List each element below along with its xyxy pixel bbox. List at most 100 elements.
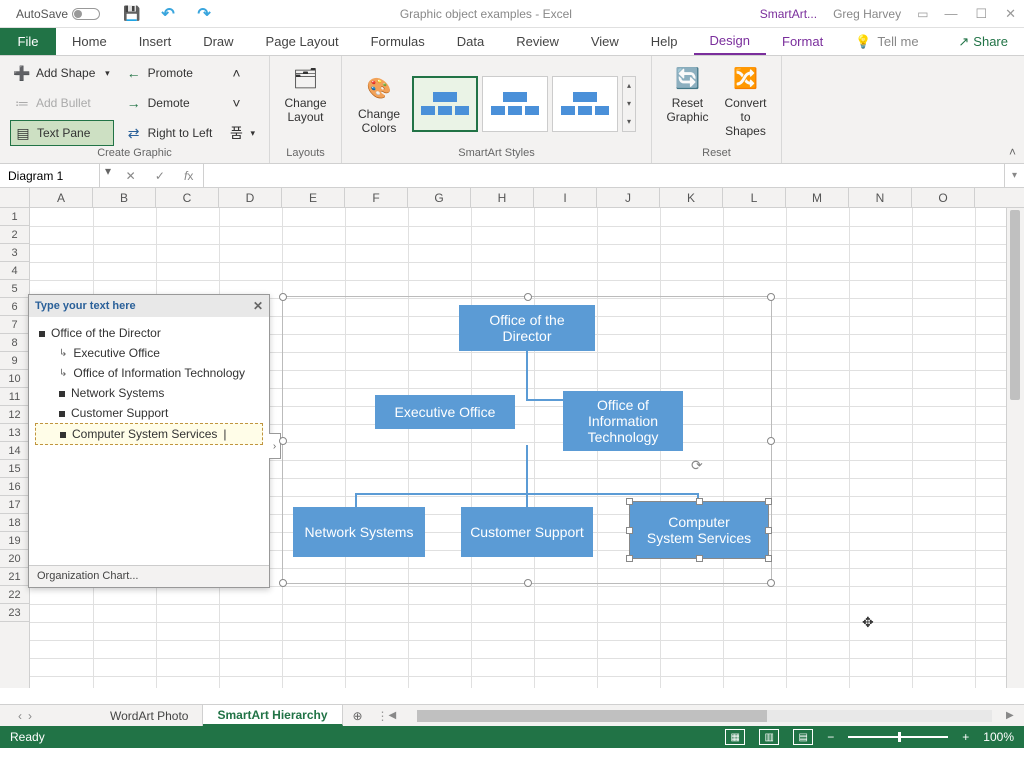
sheet-nav[interactable]: ‹› [0,705,50,726]
row-header[interactable]: 5 [0,280,29,298]
tab-page-layout[interactable]: Page Layout [250,28,355,55]
text-pane-button[interactable]: ▤ Text Pane [10,120,114,146]
row-header[interactable]: 10 [0,370,29,388]
tab-insert[interactable]: Insert [123,28,188,55]
layout-dropdown[interactable]: 품▾ [224,120,259,146]
undo-icon[interactable]: ↶ [160,6,176,22]
collapse-ribbon-icon[interactable]: ˄ [1009,145,1016,159]
autosave-toggle[interactable]: AutoSave [16,7,100,21]
horizontal-scrollbar[interactable]: ⋮ ◀ ▶ [373,705,1024,726]
col-header[interactable]: M [786,188,849,207]
style-thumb-1[interactable] [412,76,478,132]
col-header[interactable]: D [219,188,282,207]
row-header[interactable]: 8 [0,334,29,352]
tab-file[interactable]: File [0,28,56,55]
zoom-level[interactable]: 100% [983,730,1014,744]
row-header[interactable]: 14 [0,442,29,460]
reset-graphic-button[interactable]: 🔄 Reset Graphic [660,60,714,126]
row-header[interactable]: 15 [0,460,29,478]
tab-format[interactable]: Format [766,28,839,55]
col-header[interactable]: N [849,188,912,207]
name-box[interactable]: Diagram 1 [0,164,100,187]
row-header[interactable]: 23 [0,604,29,622]
col-header[interactable]: C [156,188,219,207]
minimize-icon[interactable]: — [944,6,957,22]
row-header[interactable]: 7 [0,316,29,334]
worksheet-grid[interactable]: A B C D E F G H I J K L M N O 1 2 3 4 5 … [0,188,1024,704]
col-header[interactable]: F [345,188,408,207]
style-thumb-2[interactable] [482,76,548,132]
smartart-box-root[interactable]: Office of the Director [459,305,595,351]
col-header[interactable]: B [93,188,156,207]
text-pane-item[interactable]: Network Systems [35,383,263,403]
change-layout-button[interactable]: 🗂 Change Layout [278,60,332,126]
name-box-dropdown[interactable]: ▾ [100,164,116,187]
scroll-right-icon[interactable]: ▶ [1006,710,1020,721]
row-header[interactable]: 22 [0,586,29,604]
col-header[interactable]: J [597,188,660,207]
move-down-button[interactable]: ˅ [224,90,259,116]
sheet-tab-wordart[interactable]: WordArt Photo [96,705,203,726]
text-pane-item[interactable]: Customer Support [35,403,263,423]
row-header[interactable]: 17 [0,496,29,514]
formula-input[interactable] [204,164,1004,187]
zoom-out-icon[interactable]: − [827,730,834,744]
text-pane-item[interactable]: Office of the Director [35,323,263,343]
row-header[interactable]: 9 [0,352,29,370]
horizontal-scroll-thumb[interactable] [417,710,767,722]
row-header[interactable]: 4 [0,262,29,280]
zoom-in-icon[interactable]: + [962,730,969,744]
row-header[interactable]: 18 [0,514,29,532]
col-header[interactable]: I [534,188,597,207]
move-up-button[interactable]: ˄ [224,60,259,86]
gallery-more-button[interactable]: ▴▾▾ [622,76,636,132]
text-pane-close-icon[interactable]: ✕ [253,299,263,313]
smartart-box-selected[interactable]: Computer System Services [629,501,769,559]
scroll-grip-icon[interactable]: ⋮ [377,709,389,723]
chevron-left-icon[interactable]: ‹ [18,709,22,723]
style-thumb-3[interactable] [552,76,618,132]
row-header[interactable]: 6 [0,298,29,316]
chevron-right-icon[interactable]: › [28,709,32,723]
text-pane-collapse-handle[interactable]: › [269,433,281,459]
page-layout-view-icon[interactable]: ▥ [759,729,779,745]
vertical-scrollbar[interactable] [1006,208,1024,688]
tab-help[interactable]: Help [635,28,694,55]
zoom-slider[interactable] [848,736,948,738]
add-sheet-button[interactable]: ⊕ [343,705,373,726]
smartart-box-net[interactable]: Network Systems [293,507,425,557]
redo-icon[interactable]: ↷ [196,6,212,22]
smartart-canvas[interactable]: Office of the Director Executive Office … [282,296,772,584]
row-header[interactable]: 12 [0,406,29,424]
row-header[interactable]: 19 [0,532,29,550]
tab-draw[interactable]: Draw [187,28,249,55]
convert-to-shapes-button[interactable]: 🔀 Convert to Shapes [719,60,773,140]
col-header[interactable]: G [408,188,471,207]
row-header[interactable]: 21 [0,568,29,586]
row-header[interactable]: 3 [0,244,29,262]
maximize-icon[interactable]: ☐ [975,6,987,22]
save-icon[interactable]: 💾 [124,6,140,22]
row-header[interactable]: 20 [0,550,29,568]
ribbon-display-options-icon[interactable]: ▭ [917,7,928,21]
col-header[interactable]: A [30,188,93,207]
tell-me-search[interactable]: 💡 Tell me [855,28,958,55]
smartart-box-cust[interactable]: Customer Support [461,507,593,557]
text-pane-item[interactable]: ↳Executive Office [35,343,263,363]
row-header[interactable]: 16 [0,478,29,496]
select-all-corner[interactable] [0,188,30,207]
normal-view-icon[interactable]: ▦ [725,729,745,745]
demote-button[interactable]: → Demote [122,90,217,116]
promote-button[interactable]: ← Promote [122,60,217,86]
tab-review[interactable]: Review [500,28,575,55]
close-icon[interactable]: ✕ [1005,6,1016,22]
row-header[interactable]: 2 [0,226,29,244]
right-to-left-button[interactable]: ⇄ Right to Left [122,120,217,146]
cancel-entry-icon[interactable]: ✕ [126,169,136,183]
col-header[interactable]: L [723,188,786,207]
autosave-switch-icon[interactable] [72,8,100,20]
share-button[interactable]: ↗ Share [958,28,1024,55]
rotate-handle-icon[interactable]: ⟳ [691,457,703,474]
text-pane-layout-name[interactable]: Organization Chart... [29,565,269,587]
tab-data[interactable]: Data [441,28,500,55]
